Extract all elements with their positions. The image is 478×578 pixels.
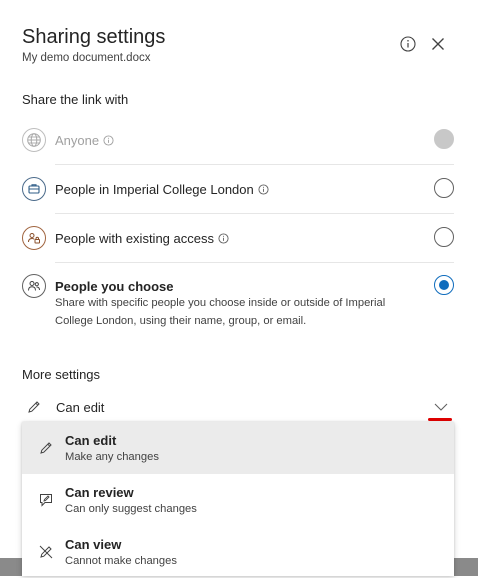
organization-icon <box>22 177 46 201</box>
option-existing-access[interactable]: People with existing access <box>22 226 454 250</box>
permission-dropdown[interactable]: Can edit <box>22 396 454 420</box>
option-existing-access-label: People with existing access <box>55 231 229 247</box>
people-icon <box>22 274 46 298</box>
menu-item-can-view[interactable]: Can view Cannot make changes <box>22 526 454 578</box>
menu-item-subtitle: Can only suggest changes <box>65 503 197 515</box>
annotation-underline <box>428 418 452 421</box>
radio-existing-access[interactable] <box>434 227 454 247</box>
radio-specific-people[interactable] <box>434 275 454 295</box>
info-icon <box>400 36 416 52</box>
option-specific-people-description: Share with specific people you choose in… <box>55 297 386 327</box>
close-icon <box>432 38 444 50</box>
option-anyone-label: Anyone <box>55 133 114 149</box>
info-button[interactable] <box>399 35 417 53</box>
backdrop <box>0 558 22 576</box>
menu-item-subtitle: Make any changes <box>65 451 159 463</box>
menu-item-can-review[interactable]: Can review Can only suggest changes <box>22 474 454 526</box>
option-existing-access-text: People with existing access <box>55 231 214 246</box>
share-link-section-label: Share the link with <box>22 92 129 107</box>
menu-item-title: Can edit <box>65 433 117 448</box>
backdrop <box>454 558 478 576</box>
option-specific-people[interactable]: People you choose Share with specific pe… <box>22 274 454 334</box>
pencil-icon <box>40 442 52 454</box>
close-button[interactable] <box>429 35 447 53</box>
menu-item-title: Can review <box>65 485 134 500</box>
option-specific-people-label: People you choose <box>55 279 174 294</box>
menu-item-can-edit[interactable]: Can edit Make any changes <box>22 422 454 474</box>
globe-icon <box>22 128 46 152</box>
review-icon <box>40 494 52 507</box>
menu-item-subtitle: Cannot make changes <box>65 555 177 567</box>
option-organization[interactable]: People in Imperial College London <box>22 177 454 201</box>
people-lock-icon <box>22 226 46 250</box>
permission-value: Can edit <box>56 400 105 415</box>
option-organization-text: People in Imperial College London <box>55 182 254 197</box>
permission-menu: Can edit Make any changes Can review Can… <box>22 422 454 576</box>
more-settings-label: More settings <box>22 367 101 382</box>
info-icon[interactable] <box>218 232 229 247</box>
no-edit-icon <box>39 545 53 559</box>
page-title: Sharing settings <box>22 26 166 48</box>
radio-organization[interactable] <box>434 178 454 198</box>
divider <box>55 213 454 214</box>
menu-item-title: Can view <box>65 537 122 552</box>
divider <box>55 262 454 263</box>
pencil-icon <box>28 401 40 413</box>
option-organization-label: People in Imperial College London <box>55 182 269 198</box>
option-anyone-text: Anyone <box>55 133 100 148</box>
info-icon[interactable] <box>258 183 269 198</box>
document-name: My demo document.docx <box>22 52 151 64</box>
info-icon[interactable] <box>103 134 114 149</box>
sharing-settings-panel: Sharing settings My demo document.docx S… <box>0 0 478 576</box>
chevron-down-icon[interactable] <box>434 402 448 412</box>
radio-anyone[interactable] <box>434 129 454 149</box>
divider <box>55 164 454 165</box>
option-anyone[interactable]: Anyone <box>22 128 454 152</box>
